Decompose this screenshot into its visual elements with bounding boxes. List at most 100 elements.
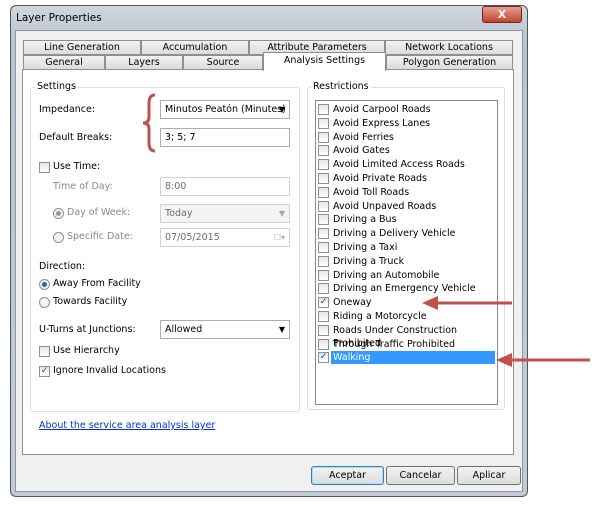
restriction-checkbox[interactable]: [318, 242, 329, 253]
uturns-label: U-Turns at Junctions:: [39, 324, 136, 335]
restriction-checkbox[interactable]: ✓: [318, 352, 329, 364]
chevron-down-icon: ▼: [278, 209, 285, 218]
ok-button[interactable]: Aceptar: [311, 466, 384, 485]
restriction-label: Avoid Toll Roads: [333, 186, 410, 198]
restrictions-list[interactable]: Avoid Carpool Roads Avoid Express Lanes Av…: [315, 100, 498, 405]
default-breaks-label: Default Breaks:: [39, 132, 113, 143]
uturns-value: Allowed: [165, 324, 203, 335]
restriction-label: Avoid Unpaved Roads: [333, 200, 437, 212]
use-hierarchy-label: Use Hierarchy: [53, 345, 120, 356]
restriction-checkbox[interactable]: [318, 131, 329, 143]
restriction-item[interactable]: ✓ Walking: [318, 351, 495, 365]
restriction-label: Driving a Delivery Vehicle: [333, 228, 456, 240]
specific-date-picker[interactable]: 07/05/2015 ☐▾: [160, 228, 290, 247]
annotation-arrow: [496, 353, 590, 367]
window-title: Layer Properties: [16, 12, 102, 24]
tab-layers[interactable]: Layers: [105, 55, 183, 70]
chevron-down-icon: ▼: [278, 105, 285, 114]
restriction-item[interactable]: Avoid Limited Access Roads: [318, 158, 495, 171]
impedance-value: Minutos Peatón (Minutes): [165, 104, 286, 115]
restriction-checkbox[interactable]: [318, 338, 329, 350]
tab-polygon-generation[interactable]: Polygon Generation: [386, 55, 513, 70]
restriction-item[interactable]: Avoid Unpaved Roads: [318, 200, 495, 213]
specific-date-radio[interactable]: [53, 232, 64, 243]
annotation-brace: [142, 93, 156, 153]
use-time-checkbox[interactable]: [39, 162, 50, 173]
tab-general[interactable]: General: [23, 55, 105, 70]
restrictions-group-label: Restrictions: [311, 81, 371, 92]
towards-facility-radio[interactable]: [39, 297, 50, 308]
restriction-label: Oneway: [333, 297, 372, 309]
restriction-checkbox[interactable]: [318, 255, 329, 267]
calendar-icon[interactable]: ☐▾: [274, 229, 285, 246]
impedance-label: Impedance:: [39, 104, 96, 115]
restriction-item[interactable]: Avoid Private Roads: [318, 172, 495, 185]
day-of-week-dropdown[interactable]: Today ▼: [160, 204, 290, 223]
restriction-item[interactable]: Driving a Bus: [318, 213, 495, 226]
restriction-item[interactable]: Avoid Express Lanes: [318, 117, 495, 130]
away-from-facility-label: Away From Facility: [53, 278, 141, 289]
towards-facility-label: Towards Facility: [53, 296, 128, 307]
restriction-label: Driving a Bus: [333, 214, 397, 226]
restriction-checkbox[interactable]: [318, 228, 329, 240]
restriction-label: Walking: [331, 351, 495, 365]
use-hierarchy-checkbox[interactable]: [39, 346, 50, 357]
tab-source[interactable]: Source: [183, 55, 263, 70]
ignore-invalid-label: Ignore Invalid Locations: [53, 365, 166, 376]
restriction-item[interactable]: Roads Under Construction Prohibited: [318, 324, 495, 349]
day-of-week-radio[interactable]: [53, 208, 64, 219]
restriction-item[interactable]: Driving a Taxi: [318, 241, 495, 254]
direction-label: Direction:: [39, 261, 86, 272]
cancel-button[interactable]: Cancelar: [386, 466, 455, 485]
restriction-checkbox[interactable]: [318, 200, 329, 212]
impedance-dropdown[interactable]: Minutos Peatón (Minutes) ▼: [160, 100, 290, 119]
restriction-checkbox[interactable]: [318, 311, 329, 322]
tab-analysis-settings[interactable]: Analysis Settings: [263, 52, 386, 71]
time-of-day-input[interactable]: 8:00: [160, 177, 290, 196]
restriction-item[interactable]: Driving a Delivery Vehicle: [318, 227, 495, 240]
restriction-label: Avoid Gates: [333, 145, 390, 157]
restriction-item[interactable]: Through Traffic Prohibited: [318, 338, 495, 351]
restriction-checkbox[interactable]: [318, 145, 329, 157]
annotation-arrow: [422, 296, 512, 310]
restriction-item[interactable]: Driving a Truck: [318, 255, 495, 268]
uturns-dropdown[interactable]: Allowed ▼: [160, 320, 290, 339]
restriction-checkbox[interactable]: [318, 173, 329, 184]
day-of-week-value: Today: [165, 208, 193, 219]
about-service-area-link[interactable]: About the service area analysis layer: [39, 420, 215, 431]
specific-date-label: Specific Date:: [67, 231, 133, 242]
tab-network-locations[interactable]: Network Locations: [385, 40, 513, 55]
restriction-checkbox[interactable]: [318, 159, 329, 171]
close-button[interactable]: X: [482, 6, 522, 23]
default-breaks-input[interactable]: 3; 5; 7: [160, 128, 290, 147]
restriction-label: Driving an Automobile: [333, 269, 440, 281]
restriction-label: Avoid Private Roads: [333, 173, 427, 184]
restriction-item[interactable]: Avoid Carpool Roads: [318, 103, 495, 116]
restriction-label: Avoid Ferries: [333, 131, 394, 143]
day-of-week-label: Day of Week:: [67, 207, 131, 218]
specific-date-value: 07/05/2015: [165, 232, 220, 243]
ignore-invalid-checkbox[interactable]: ✓: [39, 366, 50, 377]
away-from-facility-radio[interactable]: [39, 279, 50, 290]
restriction-item[interactable]: Avoid Gates: [318, 144, 495, 157]
restriction-checkbox[interactable]: ✓: [318, 297, 329, 309]
restriction-checkbox[interactable]: [318, 283, 329, 295]
restriction-checkbox[interactable]: [318, 104, 329, 115]
restriction-label: Through Traffic Prohibited: [333, 338, 455, 350]
restriction-label: Avoid Express Lanes: [333, 117, 431, 129]
restriction-item[interactable]: Driving an Automobile: [318, 269, 495, 282]
use-time-label: Use Time:: [53, 161, 101, 172]
tab-line-generation[interactable]: Line Generation: [23, 40, 141, 55]
apply-button[interactable]: Aplicar: [457, 466, 521, 485]
tab-accumulation[interactable]: Accumulation: [141, 40, 249, 55]
restriction-checkbox[interactable]: [318, 117, 329, 129]
restriction-label: Riding a Motorcycle: [333, 311, 427, 322]
restriction-item[interactable]: Avoid Toll Roads: [318, 186, 495, 199]
restriction-label: Driving a Taxi: [333, 242, 398, 253]
restriction-checkbox[interactable]: [318, 186, 329, 198]
restriction-label: Driving a Truck: [333, 255, 405, 267]
restriction-checkbox[interactable]: [318, 324, 329, 336]
restriction-checkbox[interactable]: [318, 214, 329, 226]
restriction-checkbox[interactable]: [318, 269, 329, 281]
restriction-item[interactable]: Avoid Ferries: [318, 131, 495, 144]
